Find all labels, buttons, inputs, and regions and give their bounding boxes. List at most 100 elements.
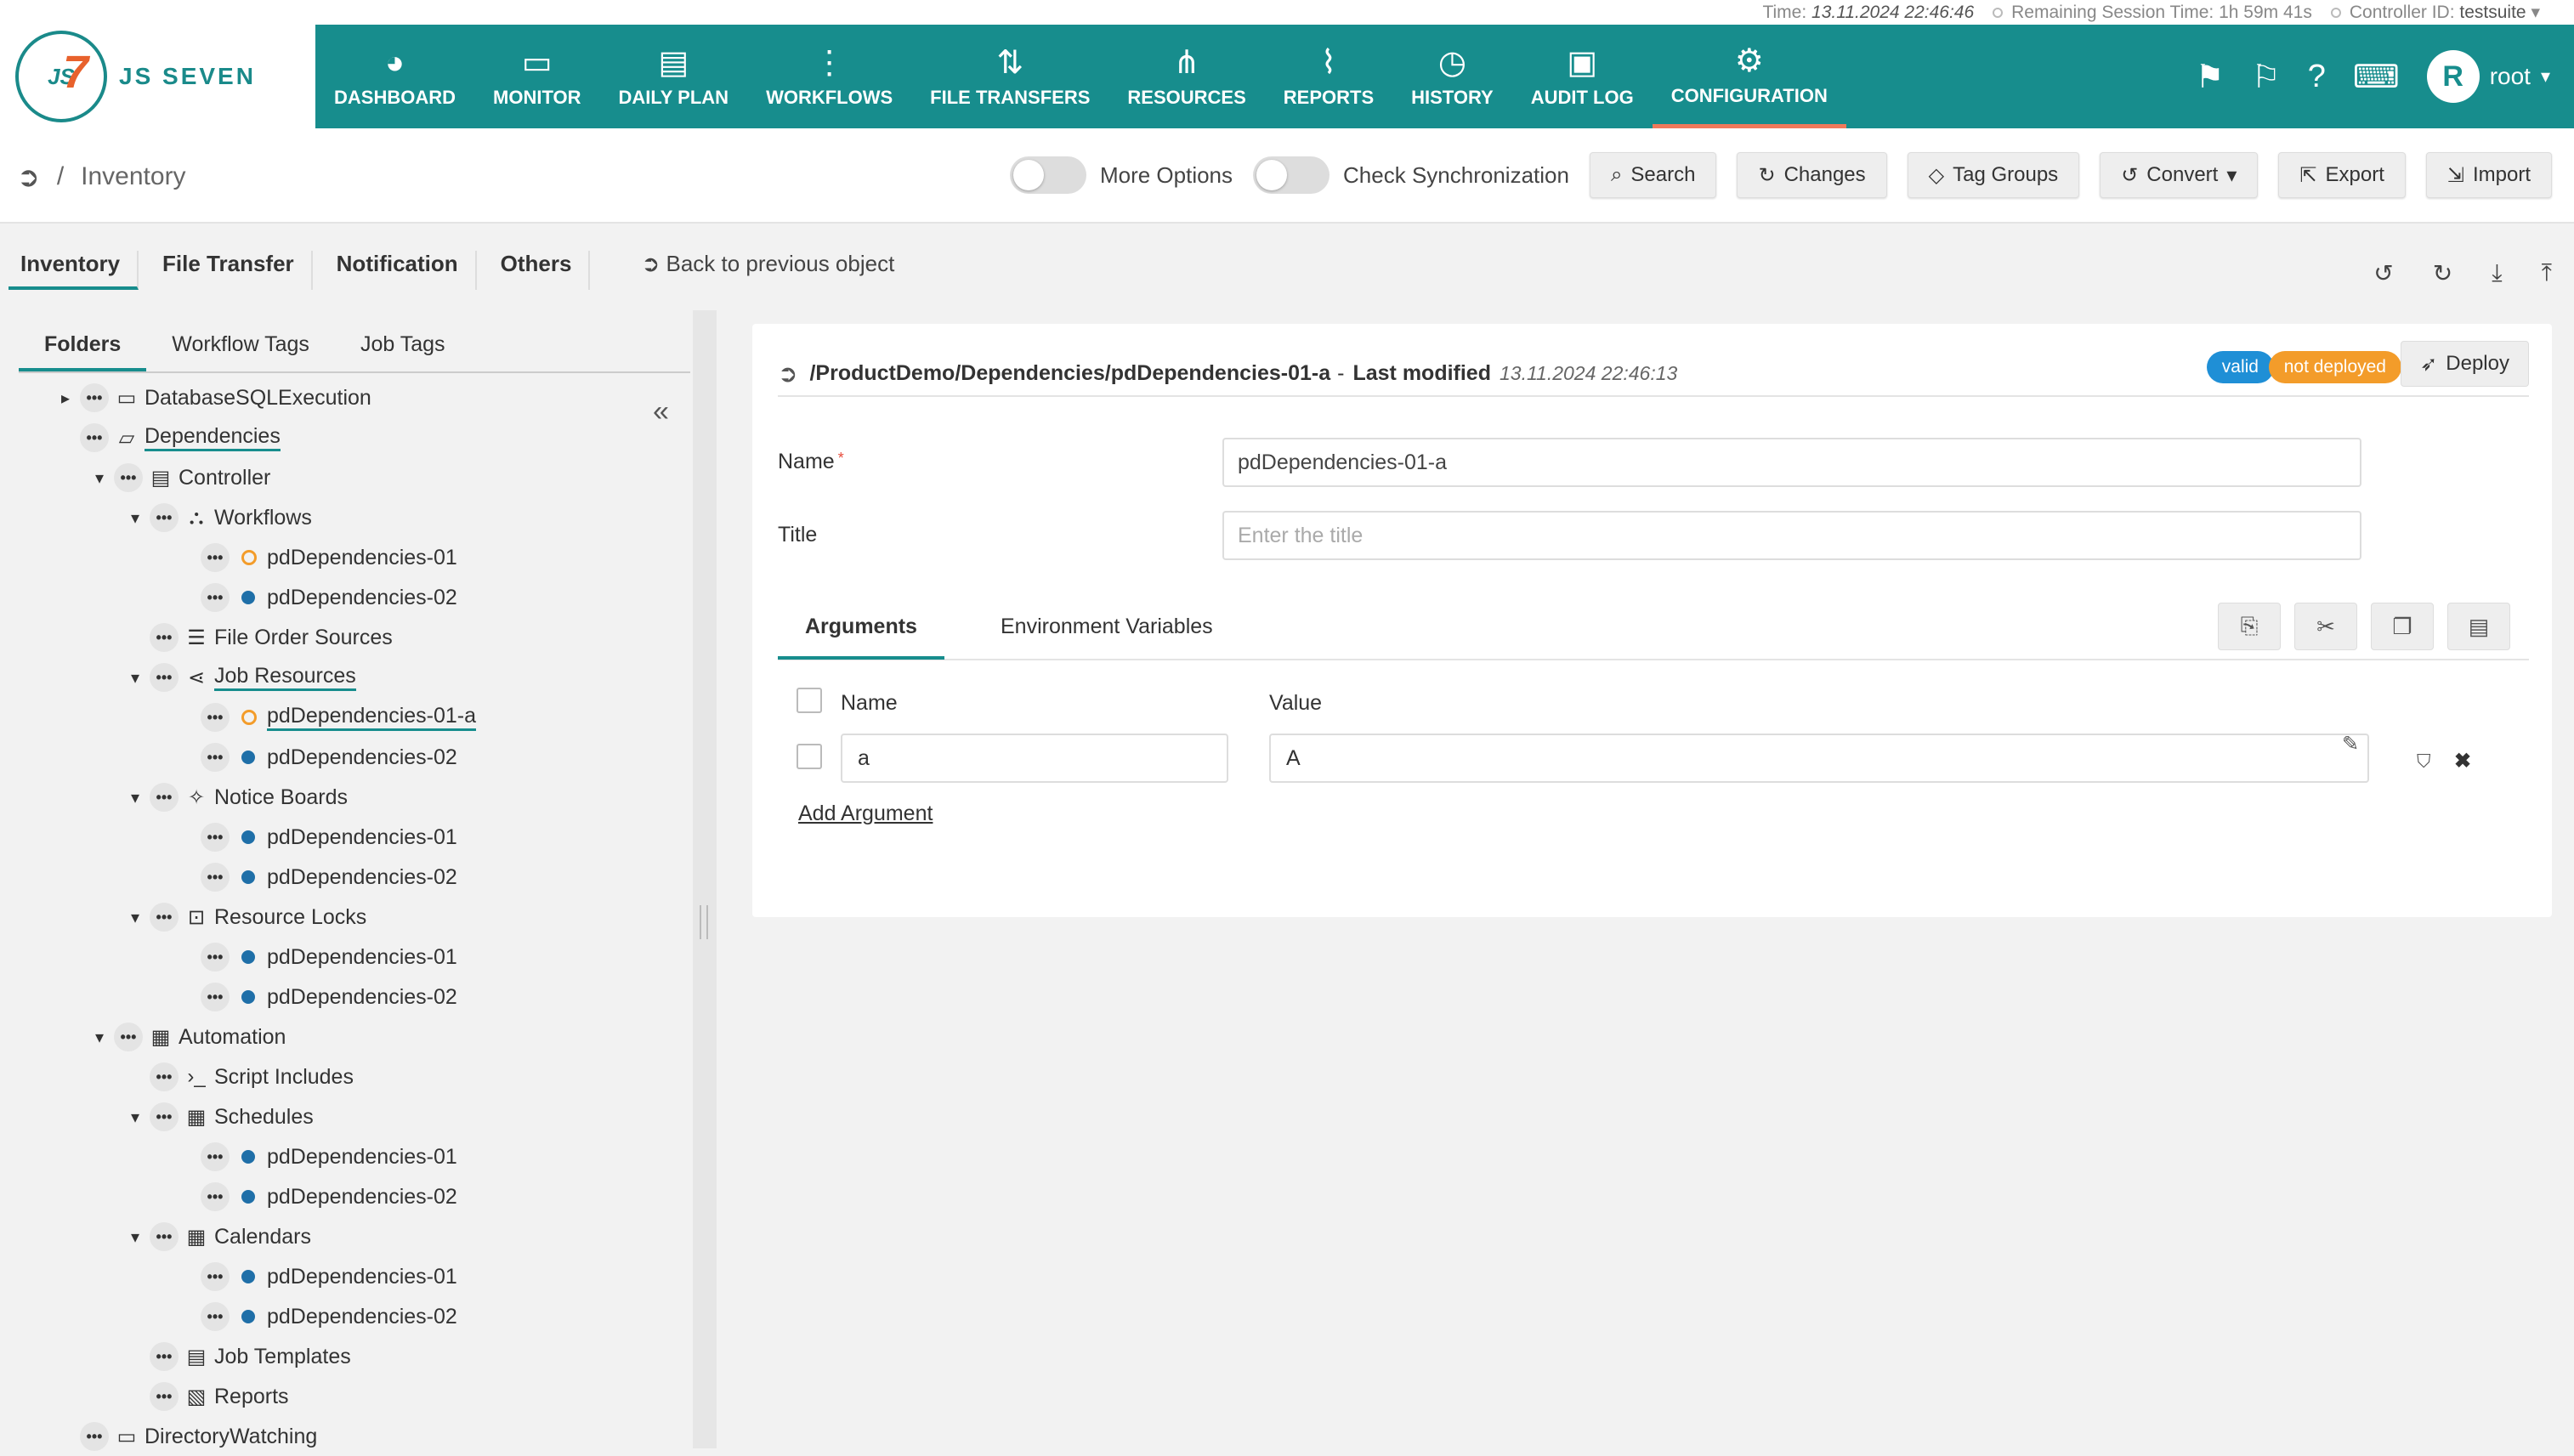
row-checkbox[interactable]: [797, 744, 822, 769]
tree-item[interactable]: ••• pdDependencies-02: [196, 1297, 457, 1336]
tree-item[interactable]: ••• pdDependencies-01: [196, 938, 457, 977]
more-actions-icon[interactable]: •••: [201, 703, 230, 732]
nav-resources[interactable]: ⋔ RESOURCES: [1108, 25, 1264, 128]
tree-item[interactable]: ••• pdDependencies-01: [196, 818, 457, 857]
nav-dashboard[interactable]: ◕ DASHBOARD: [315, 25, 474, 128]
title-input[interactable]: Enter the title: [1222, 511, 2361, 560]
more-actions-icon[interactable]: •••: [150, 1062, 179, 1091]
panel-splitter[interactable]: [693, 310, 717, 1448]
help-icon[interactable]: ?: [2308, 59, 2326, 95]
nav-configuration[interactable]: ⚙ CONFIGURATION: [1652, 25, 1846, 128]
convert-button[interactable]: ↺ Convert ▾: [2100, 152, 2259, 198]
nav-reports[interactable]: ⌇ REPORTS: [1265, 25, 1392, 128]
more-actions-icon[interactable]: •••: [150, 663, 179, 692]
tree-item[interactable]: ▸ ••• ▭ DatabaseSQLExecution: [56, 378, 371, 417]
more-actions-icon[interactable]: •••: [201, 943, 230, 972]
tab-arguments[interactable]: Arguments: [778, 615, 944, 660]
changes-button[interactable]: ↻ Changes: [1737, 152, 1887, 198]
tree-item[interactable]: ••• ☰ File Order Sources: [126, 618, 393, 657]
more-options-toggle[interactable]: [1009, 156, 1086, 194]
tab-job-tags[interactable]: Job Tags: [360, 329, 471, 371]
export-button[interactable]: ⇱ Export: [2278, 152, 2406, 198]
deploy-button[interactable]: ➶ Deploy: [2401, 341, 2529, 387]
tree-toggle-icon[interactable]: ▾: [126, 507, 145, 529]
more-actions-icon[interactable]: •••: [150, 503, 179, 532]
more-actions-icon[interactable]: •••: [150, 783, 179, 812]
more-actions-icon[interactable]: •••: [201, 863, 230, 892]
tree-toggle-icon[interactable]: ▾: [126, 1227, 145, 1248]
tree-item[interactable]: ••• ▤ Job Templates: [126, 1337, 351, 1376]
nav-audit-log[interactable]: ▣ AUDIT LOG: [1512, 25, 1653, 128]
paste-icon[interactable]: ▤: [2447, 603, 2510, 650]
tree-item[interactable]: ••• pdDependencies-01: [196, 1137, 457, 1176]
more-actions-icon[interactable]: •••: [201, 543, 230, 572]
tree-item[interactable]: ▾ ••• ▦ Automation: [90, 1017, 286, 1057]
tree-toggle-icon[interactable]: ▾: [90, 467, 109, 489]
tree-item[interactable]: ••• pdDependencies-01-a: [196, 698, 477, 737]
more-actions-icon[interactable]: •••: [201, 583, 230, 612]
cut-icon[interactable]: ✂: [2294, 603, 2357, 650]
more-actions-icon[interactable]: •••: [201, 1142, 230, 1171]
more-actions-icon[interactable]: •••: [201, 743, 230, 772]
download-icon[interactable]: ⤓: [2492, 259, 2502, 287]
tree-toggle-icon[interactable]: ▾: [90, 1027, 109, 1048]
more-actions-icon[interactable]: •••: [150, 1382, 179, 1411]
redo-icon[interactable]: ↻: [2433, 259, 2452, 287]
more-actions-icon[interactable]: •••: [150, 903, 179, 932]
remove-argument-icon[interactable]: ✖: [2454, 749, 2471, 773]
tree-item[interactable]: ▾ ••• ✧ Notice Boards: [126, 778, 348, 817]
tag-groups-button[interactable]: ◇ Tag Groups: [1907, 152, 2080, 198]
tab-inventory[interactable]: Inventory: [9, 251, 139, 290]
import-button[interactable]: ⇲ Import: [2425, 152, 2552, 198]
add-argument-link[interactable]: Add Argument: [798, 802, 933, 826]
tree-item[interactable]: ••• ▱ Dependencies: [56, 418, 281, 457]
tab-others[interactable]: Others: [477, 251, 591, 290]
tab-file-transfer[interactable]: File Transfer: [139, 251, 313, 290]
controller-id[interactable]: Controller ID: testsuite ▾: [2330, 2, 2540, 23]
more-actions-icon[interactable]: •••: [80, 1422, 109, 1451]
more-actions-icon[interactable]: •••: [80, 423, 109, 452]
tree-toggle-icon[interactable]: ▾: [126, 907, 145, 928]
tree-item[interactable]: ••• pdDependencies-02: [196, 977, 457, 1017]
more-actions-icon[interactable]: •••: [114, 463, 143, 492]
language-icon[interactable]: ⌨: [2353, 58, 2400, 96]
app-logo[interactable]: JS 7 JS SEVEN: [0, 25, 315, 128]
tree-item[interactable]: ▾ ••• ⊡ Resource Locks: [126, 898, 366, 937]
more-actions-icon[interactable]: •••: [150, 1102, 179, 1131]
tree-item[interactable]: ••• pdDependencies-02: [196, 1177, 457, 1216]
more-actions-icon[interactable]: •••: [150, 623, 179, 652]
tree-item[interactable]: ••• ▭ DirectoryWatching: [56, 1417, 317, 1456]
more-actions-icon[interactable]: •••: [150, 1342, 179, 1371]
back-arrow-icon[interactable]: ➲: [17, 161, 40, 193]
name-input[interactable]: pdDependencies-01-a: [1222, 438, 2361, 487]
tree-item[interactable]: ••• pdDependencies-02: [196, 858, 457, 897]
tree-item[interactable]: ••• pdDependencies-02: [196, 578, 457, 617]
search-button[interactable]: ⌕ Search: [1589, 152, 1717, 198]
more-actions-icon[interactable]: •••: [150, 1222, 179, 1251]
tree-toggle-icon[interactable]: ▾: [126, 1107, 145, 1128]
user-menu[interactable]: R root ▾: [2426, 50, 2550, 103]
duplicate-icon[interactable]: ❐: [2371, 603, 2434, 650]
tree-item[interactable]: ••• pdDependencies-01: [196, 538, 457, 577]
tab-environment-variables[interactable]: Environment Variables: [973, 615, 1240, 656]
tree-item[interactable]: ▾ ••• ▦ Calendars: [126, 1217, 311, 1256]
tree-toggle-icon[interactable]: ▸: [56, 388, 75, 409]
nav-history[interactable]: ◷ HISTORY: [1392, 25, 1512, 128]
argument-value-input[interactable]: A: [1269, 734, 2369, 783]
shield-icon[interactable]: ⛉: [2417, 751, 2431, 773]
tree-toggle-icon[interactable]: ▾: [126, 787, 145, 808]
tab-folders[interactable]: Folders: [19, 329, 147, 371]
tree-toggle-icon[interactable]: ▾: [126, 667, 145, 688]
nav-monitor[interactable]: ▭ MONITOR: [474, 25, 599, 128]
tree-item[interactable]: ▾ ••• ⋖ Job Resources: [126, 658, 356, 697]
more-actions-icon[interactable]: •••: [80, 383, 109, 412]
tree-item[interactable]: ▾ ••• ▦ Schedules: [126, 1097, 314, 1136]
flag-icon[interactable]: ⚑: [2196, 58, 2225, 96]
nav-daily-plan[interactable]: ▤ DAILY PLAN: [599, 25, 747, 128]
edit-icon[interactable]: ✎: [2342, 732, 2359, 756]
argument-name-input[interactable]: a: [841, 734, 1228, 783]
upload-icon[interactable]: ⤒: [2542, 259, 2552, 287]
tree-item[interactable]: ••• pdDependencies-01: [196, 1257, 457, 1296]
more-actions-icon[interactable]: •••: [201, 823, 230, 852]
tree-item[interactable]: ••• pdDependencies-02: [196, 738, 457, 777]
